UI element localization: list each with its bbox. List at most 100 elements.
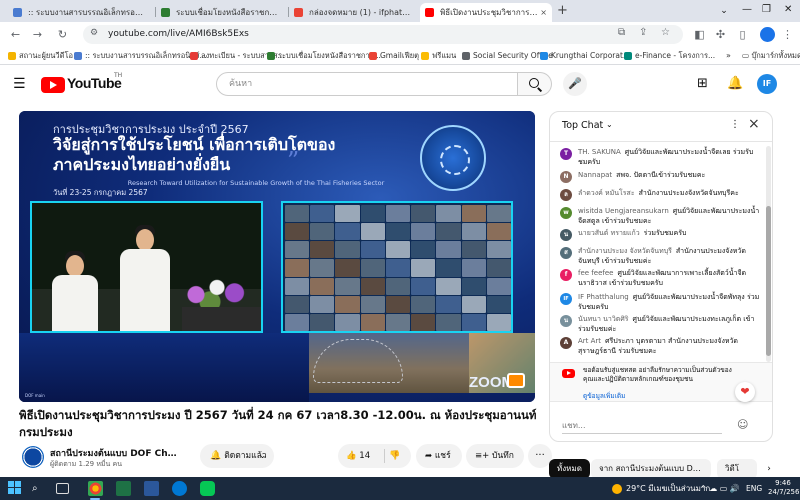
more-bookmarks-button[interactable]: » [726, 49, 731, 63]
chip-from-channel[interactable]: จาก สถานีประมงต้นแบบ DOF Ch... [591, 459, 711, 479]
browser-tab-youtube-active[interactable]: พิธีเปิดงานประชุมวิชาการประมง × [420, 3, 552, 22]
voice-search-icon[interactable]: 🎤 [563, 72, 587, 96]
bookmark-item[interactable]: สถานะผู้ยนวีดีโอ [8, 49, 73, 63]
chat-author[interactable]: สำนักงานประมง จังหวัดจันทบุรี [578, 247, 672, 255]
chat-author[interactable]: TH. SAKUNA [578, 148, 621, 156]
hamburger-menu-icon[interactable]: ☰ [13, 75, 26, 93]
chat-author[interactable]: Nannapat [578, 171, 612, 179]
close-tab-icon[interactable]: × [540, 3, 547, 22]
chat-author[interactable]: นันทนา นาวิตศิริ [578, 315, 629, 323]
system-tray-icons[interactable]: ^ ☁ ▭ 🔊 [700, 481, 740, 496]
learn-more-link[interactable]: ดูข้อมูลเพิ่มเติม [583, 391, 625, 401]
account-avatar[interactable]: IF [757, 74, 777, 94]
like-button[interactable]: 👍 14 [338, 444, 384, 468]
chrome-icon[interactable] [88, 481, 103, 496]
zoom-participant-tile [461, 241, 486, 259]
site-info-icon[interactable]: ⚙ [90, 28, 98, 38]
install-app-icon[interactable]: ⧉ [618, 27, 625, 38]
input-language[interactable]: ENG [746, 481, 762, 496]
task-view-icon[interactable] [56, 483, 69, 494]
chat-author[interactable]: fee feefee [578, 269, 613, 277]
chat-author-avatar[interactable]: A [560, 337, 572, 349]
chat-author[interactable]: ลำดวงค์ หมันโรสะ [578, 189, 635, 197]
forward-icon[interactable]: → [30, 27, 45, 42]
chat-author[interactable]: wisitda Uengjareansukarn [578, 207, 669, 215]
chat-author-avatar[interactable]: T [560, 148, 572, 160]
clock[interactable]: 9:46 24/7/2567 [768, 479, 800, 497]
maximize-button[interactable]: ❐ [762, 3, 771, 17]
chevron-right-icon[interactable]: › [759, 459, 779, 479]
chat-author-avatar[interactable]: ล [560, 189, 572, 201]
youtube-logo-icon[interactable] [41, 77, 65, 93]
close-chat-icon[interactable]: × [748, 116, 760, 132]
extensions-puzzle-icon[interactable]: ✣ [713, 27, 728, 42]
all-bookmarks-label: บุ๊กมาร์กทั้งหมด [751, 51, 800, 60]
bookmark-item[interactable]: :: ระบบงานสารบรรณอิเล็กทรอนิกส์... [74, 49, 207, 63]
address-bar[interactable]: ⚙ youtube.com/live/AMI6Bsk5Exs ⧉ ⇪ ☆ [83, 25, 683, 44]
tab-search-button[interactable]: ⌄ [716, 4, 732, 18]
chat-author[interactable]: IF Phatthalung [578, 293, 629, 301]
emoji-icon[interactable]: ☺ [737, 418, 748, 431]
line-icon[interactable] [200, 481, 215, 496]
search-button[interactable] [518, 72, 552, 96]
chat-scrollbar[interactable] [766, 146, 771, 362]
search-input[interactable] [216, 72, 518, 96]
back-icon[interactable]: ← [8, 27, 23, 42]
all-bookmarks-button[interactable]: ▭ บุ๊กมาร์กทั้งหมด [742, 49, 800, 63]
bookmark-item[interactable]: Krungthai Corporat... [540, 49, 630, 63]
chat-mode-selector[interactable]: Top Chat [562, 120, 603, 131]
bookmark-star-icon[interactable]: ☆ [661, 27, 670, 38]
share-button[interactable]: ➦ แชร์ [416, 444, 462, 468]
chat-author[interactable]: นายวสันต์ ทรายแก้ว [578, 229, 640, 237]
chat-author-avatar[interactable]: ส [560, 247, 572, 259]
sidebar-icon[interactable]: ▯ [735, 27, 750, 42]
chat-author-avatar[interactable]: N [560, 171, 572, 183]
browser-profile-avatar[interactable] [760, 27, 775, 42]
bookmark-favicon-icon [624, 52, 632, 60]
chat-message-body: wisitda Uengjareansukarn ศูนย์วิจัยและพัฒ… [578, 206, 760, 226]
create-video-icon[interactable]: ⊞ [697, 76, 708, 92]
excel-icon[interactable] [116, 481, 131, 496]
reload-icon[interactable]: ↻ [55, 27, 70, 42]
close-window-button[interactable]: ✕ [784, 3, 792, 17]
bookmark-favicon-icon [540, 52, 548, 60]
browser-tab-docs[interactable]: ระบบเชื่อมโยงหนังสือราชการสำนักงาน [156, 3, 286, 22]
chevron-down-icon[interactable]: ⌄ [606, 120, 613, 129]
chat-author-avatar[interactable]: น [560, 229, 572, 241]
bookmark-item[interactable]: ฟรีแมน [421, 49, 456, 63]
chat-author[interactable]: Art Art [578, 337, 601, 345]
bookmark-item[interactable]: ระบบเชื่อมโยงหนังสือราชการ... [267, 49, 381, 63]
channel-avatar[interactable] [22, 446, 44, 468]
browser-menu-icon[interactable]: ⋮ [780, 27, 795, 42]
browser-tab-eoffice[interactable]: :: ระบบงานสารบรรณอิเล็กทรอนิกส์ (e-Offic… [8, 3, 153, 22]
taskbar-search-icon[interactable]: ⌕ [32, 481, 47, 496]
chat-input[interactable] [562, 418, 722, 434]
heart-reaction-icon[interactable]: ❤ [735, 382, 755, 402]
share-page-icon[interactable]: ⇪ [639, 27, 647, 38]
chat-author-avatar[interactable]: IF [560, 293, 572, 305]
dislike-button[interactable]: 👎 [389, 444, 409, 468]
windows-start-icon[interactable] [8, 481, 23, 496]
weather-widget[interactable]: 29°C มีเมฆเป็นส่วนมาก [612, 481, 710, 496]
chip-video[interactable]: วิดีโ [717, 459, 757, 479]
channel-name[interactable]: สถานีประมงต้นแบบ DOF Channel [50, 446, 182, 460]
chat-author-avatar[interactable]: น [560, 315, 572, 327]
extension-icon[interactable]: ◧ [692, 27, 707, 42]
edge-icon[interactable] [172, 481, 187, 496]
url-text[interactable]: youtube.com/live/AMI6Bsk5Exs [108, 25, 249, 44]
video-player[interactable]: การประชุมวิชาการประมง ประจำปี 2567 วิจัย… [19, 111, 535, 402]
chat-author-avatar[interactable]: w [560, 207, 572, 219]
browser-tab-gmail[interactable]: กล่องจดหมาย (1) - ifphatthalung@ [289, 3, 419, 22]
notifications-bell-icon[interactable]: 🔔 [727, 75, 743, 93]
subscribed-button[interactable]: 🔔 ติดตามแล้ว ⌄ [200, 444, 274, 468]
save-button[interactable]: ≡+ บันทึก [466, 444, 524, 468]
live-chat-panel: Top Chat ⌄ ⋮ × T TH. SAKUNA ศูนย์วิจัยและ… [549, 111, 773, 442]
chat-more-icon[interactable]: ⋮ [730, 119, 740, 130]
chat-author-avatar[interactable]: f [560, 269, 572, 281]
bookmark-item[interactable]: e-Finance - โครงการ... [624, 49, 715, 63]
bookmark-item[interactable]: Gmailเฟียตุ [369, 49, 419, 63]
new-tab-button[interactable]: + [557, 3, 568, 19]
chip-all[interactable]: ทั้งหมด [549, 459, 590, 479]
minimize-button[interactable]: — [742, 3, 752, 17]
word-icon[interactable] [144, 481, 159, 496]
